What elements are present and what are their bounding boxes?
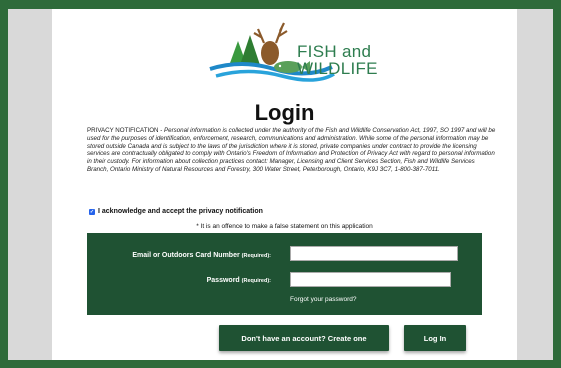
email-field-label: Email or Outdoors Card Number (Required)… xyxy=(132,252,271,259)
password-required-note: (Required): xyxy=(241,278,271,284)
email-required-note: (Required): xyxy=(241,253,271,259)
privacy-notice-text: Personal information is collected under … xyxy=(87,127,496,173)
forgot-password-link[interactable]: Forgot your password? xyxy=(290,296,356,303)
create-account-button[interactable]: Don't have an account? Create one xyxy=(219,325,389,351)
login-form: Email or Outdoors Card Number (Required)… xyxy=(87,233,482,315)
logo-line-1: FISH and xyxy=(297,42,372,61)
privacy-acknowledge[interactable]: ✓ I acknowledge and accept the privacy n… xyxy=(89,208,263,215)
logo-wordmark: FISH and WILDLIFE xyxy=(297,43,378,77)
log-in-button[interactable]: Log In xyxy=(404,325,466,351)
privacy-checkbox[interactable]: ✓ xyxy=(89,208,95,215)
login-panel: FISH and WILDLIFE Login PRIVACY NOTIFICA… xyxy=(52,9,517,360)
page-title: Login xyxy=(254,100,315,125)
logo-line-2: WILDLIFE xyxy=(297,59,378,78)
email-field[interactable] xyxy=(290,246,458,261)
offence-note: * It is an offence to make a false state… xyxy=(196,223,373,230)
password-label-text: Password xyxy=(206,277,240,284)
privacy-acknowledge-label: I acknowledge and accept the privacy not… xyxy=(98,208,263,215)
privacy-notice: PRIVACY NOTIFICATION - Personal informat… xyxy=(87,127,497,174)
password-field[interactable] xyxy=(290,272,451,287)
privacy-notice-lead: PRIVACY NOTIFICATION - xyxy=(87,127,165,134)
window-frame: FISH and WILDLIFE Login PRIVACY NOTIFICA… xyxy=(0,0,561,368)
password-field-label: Password (Required): xyxy=(207,277,271,284)
email-label-text: Email or Outdoors Card Number xyxy=(132,252,240,259)
